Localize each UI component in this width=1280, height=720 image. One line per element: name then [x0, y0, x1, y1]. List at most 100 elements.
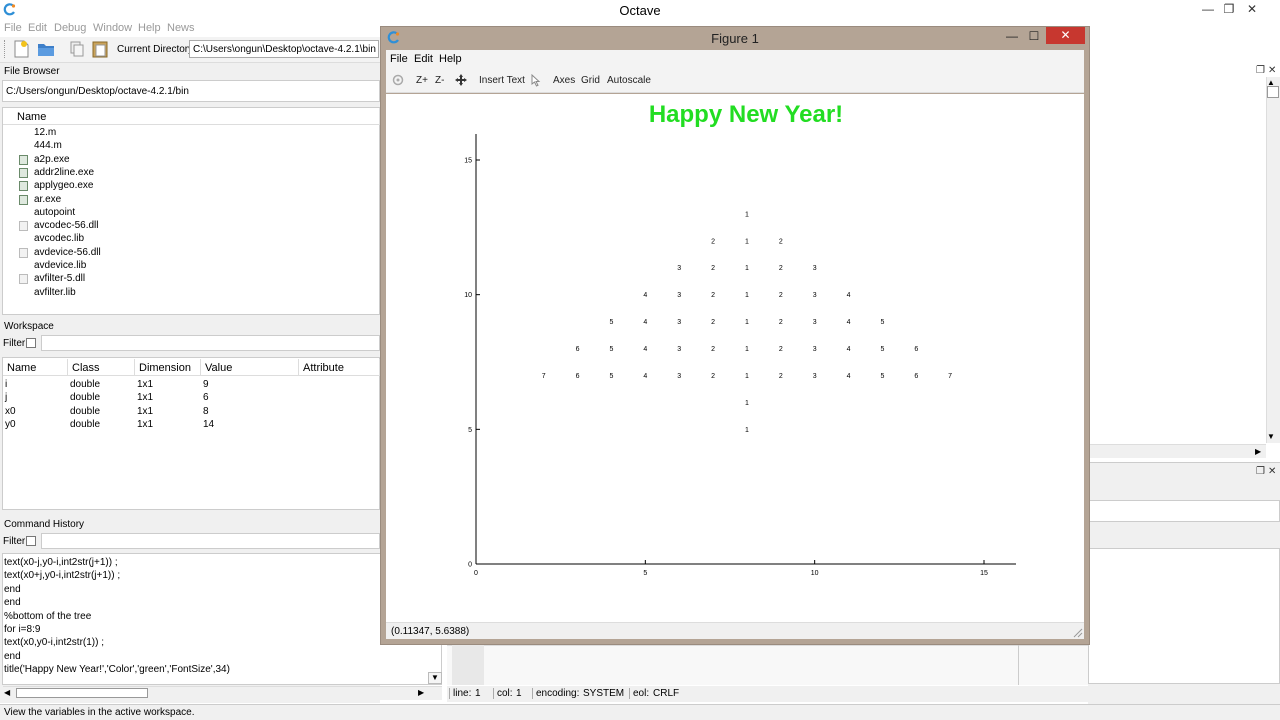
history-line[interactable]: end — [4, 584, 21, 595]
file-row[interactable]: avdevice-56.dll — [3, 247, 379, 260]
file-row[interactable]: avcodec-56.dll — [3, 220, 379, 233]
figure-menu-file[interactable]: File — [390, 53, 408, 65]
history-scroll-down-icon[interactable]: ▼ — [428, 672, 442, 684]
file-row[interactable]: avfilter-5.dll — [3, 273, 379, 286]
lower-right-input[interactable] — [1088, 500, 1280, 522]
data-label: 3 — [813, 346, 817, 353]
select-arrow-icon[interactable] — [531, 74, 541, 87]
history-line[interactable]: %bottom of the tree — [4, 611, 91, 622]
file-row[interactable]: autopoint — [3, 207, 379, 220]
workspace-filter-label: Filter — [3, 338, 26, 349]
file-browser-title: File Browser — [4, 66, 60, 77]
file-row[interactable]: applygeo.exe — [3, 180, 379, 193]
restore-button[interactable]: ❐ — [1217, 0, 1241, 18]
scroll-right-icon-2[interactable]: ▶ — [1255, 447, 1261, 456]
scroll-down-icon[interactable]: ▼ — [1267, 432, 1275, 441]
history-line[interactable]: end — [4, 597, 21, 608]
dll-file-icon — [19, 247, 28, 258]
data-label: 5 — [610, 319, 614, 326]
insert-text-button[interactable]: Insert Text — [479, 75, 525, 86]
history-filter-input[interactable] — [41, 533, 380, 549]
workspace-col-attribute[interactable]: Attribute — [299, 359, 380, 376]
file-name: a2p.exe — [34, 153, 70, 165]
copy-icon[interactable] — [68, 40, 86, 58]
right-vscroll-thumb[interactable] — [1267, 86, 1279, 98]
menu-window[interactable]: Window — [93, 22, 132, 34]
figure-minimize-button[interactable]: — — [1000, 27, 1024, 45]
current-directory-input[interactable]: C:\Users\ongun\Desktop\octave-4.2.1\bin — [189, 40, 379, 58]
file-browser-path[interactable]: C:/Users/ongun/Desktop/octave-4.2.1/bin — [2, 80, 380, 102]
workspace-col-value[interactable]: Value — [201, 359, 299, 376]
history-hscroll-thumb[interactable] — [16, 688, 148, 698]
figure-close-button[interactable]: ✕ — [1046, 27, 1085, 44]
history-filter-checkbox[interactable] — [26, 536, 36, 546]
data-label: 5 — [880, 346, 884, 353]
scroll-left-icon[interactable]: ◀ — [4, 688, 10, 697]
workspace-col-name[interactable]: Name — [3, 359, 68, 376]
zoom-out-button[interactable]: Z- — [435, 75, 444, 86]
workspace-cell: 1x1 — [137, 405, 154, 417]
file-row[interactable]: a2p.exe — [3, 154, 379, 167]
history-line[interactable]: end — [4, 651, 21, 662]
workspace-table — [2, 357, 380, 510]
file-row[interactable]: avdevice.lib — [3, 260, 379, 273]
exe-file-icon — [19, 167, 28, 178]
workspace-cell: j — [5, 392, 8, 404]
close-panel-icon[interactable]: ✕ — [1268, 65, 1276, 76]
window-title: Octave — [619, 3, 661, 18]
file-row[interactable]: avfilter.lib — [3, 287, 379, 300]
undock-icon[interactable]: ❐ — [1256, 65, 1265, 76]
file-name: applygeo.exe — [34, 180, 94, 192]
axes-button[interactable]: Axes — [553, 75, 575, 86]
right-vscrollbar[interactable] — [1266, 77, 1280, 443]
rotate-icon[interactable] — [392, 74, 404, 86]
data-label: 1 — [745, 427, 749, 434]
exe-file-icon — [19, 154, 28, 165]
scroll-right-icon[interactable]: ▶ — [418, 688, 424, 697]
zoom-in-button[interactable]: Z+ — [416, 75, 428, 86]
grid-button[interactable]: Grid — [581, 75, 600, 86]
history-line[interactable]: for i=8:9 — [4, 624, 40, 635]
new-file-icon[interactable] — [12, 40, 30, 58]
undock-icon-2[interactable]: ❐ — [1256, 466, 1265, 477]
history-line[interactable]: text(x0,y0-i,int2str(1)) ; — [4, 637, 104, 648]
workspace-cell: double — [70, 405, 101, 417]
open-folder-icon[interactable] — [37, 40, 55, 58]
figure-maximize-button[interactable]: ☐ — [1022, 27, 1046, 45]
resize-grip-icon[interactable] — [1073, 628, 1083, 638]
workspace-filter-checkbox[interactable] — [26, 338, 36, 348]
figure-menu-edit[interactable]: Edit — [414, 53, 433, 65]
paste-icon[interactable] — [91, 40, 109, 58]
file-name: avcodec.lib — [34, 233, 85, 245]
file-name: 444.m — [34, 140, 62, 152]
workspace-col-dimension[interactable]: Dimension — [135, 359, 201, 376]
plot-area[interactable]: Happy New Year! 0 5 10 15 0 5 10 15 1 2 1 2 3 2 1 2 3 4 3 2 1… — [386, 94, 1084, 622]
pan-icon[interactable] — [455, 74, 467, 86]
history-line[interactable]: title('Happy New Year!','Color','green',… — [4, 664, 230, 675]
file-row[interactable]: 444.m — [3, 140, 379, 153]
file-row[interactable]: 12.m — [3, 127, 379, 140]
history-line[interactable]: text(x0+j,y0-i,int2str(j+1)) ; — [4, 570, 120, 581]
editor-area[interactable] — [447, 645, 1088, 685]
data-label: 2 — [711, 238, 715, 245]
workspace-filter-input[interactable] — [41, 335, 380, 351]
menu-news[interactable]: News — [167, 22, 195, 34]
file-list-header-name[interactable]: Name — [3, 108, 380, 125]
menu-edit[interactable]: Edit — [28, 22, 47, 34]
close-panel-icon-2[interactable]: ✕ — [1268, 466, 1276, 477]
file-row[interactable]: addr2line.exe — [3, 167, 379, 180]
figure-menu-help[interactable]: Help — [439, 53, 462, 65]
menu-file[interactable]: File — [4, 22, 22, 34]
y-tick-label: 10 — [464, 292, 472, 299]
data-label: 5 — [880, 319, 884, 326]
menu-debug[interactable]: Debug — [54, 22, 86, 34]
menu-help[interactable]: Help — [138, 22, 161, 34]
autoscale-button[interactable]: Autoscale — [607, 75, 651, 86]
file-row[interactable]: avcodec.lib — [3, 233, 379, 246]
workspace-cell: i — [5, 379, 8, 390]
file-row[interactable]: ar.exe — [3, 194, 379, 207]
right-hscrollbar[interactable] — [1088, 444, 1266, 458]
history-line[interactable]: text(x0-j,y0-i,int2str(j+1)) ; — [4, 557, 118, 568]
workspace-col-class[interactable]: Class — [68, 359, 135, 376]
close-button[interactable]: ✕ — [1240, 0, 1264, 18]
